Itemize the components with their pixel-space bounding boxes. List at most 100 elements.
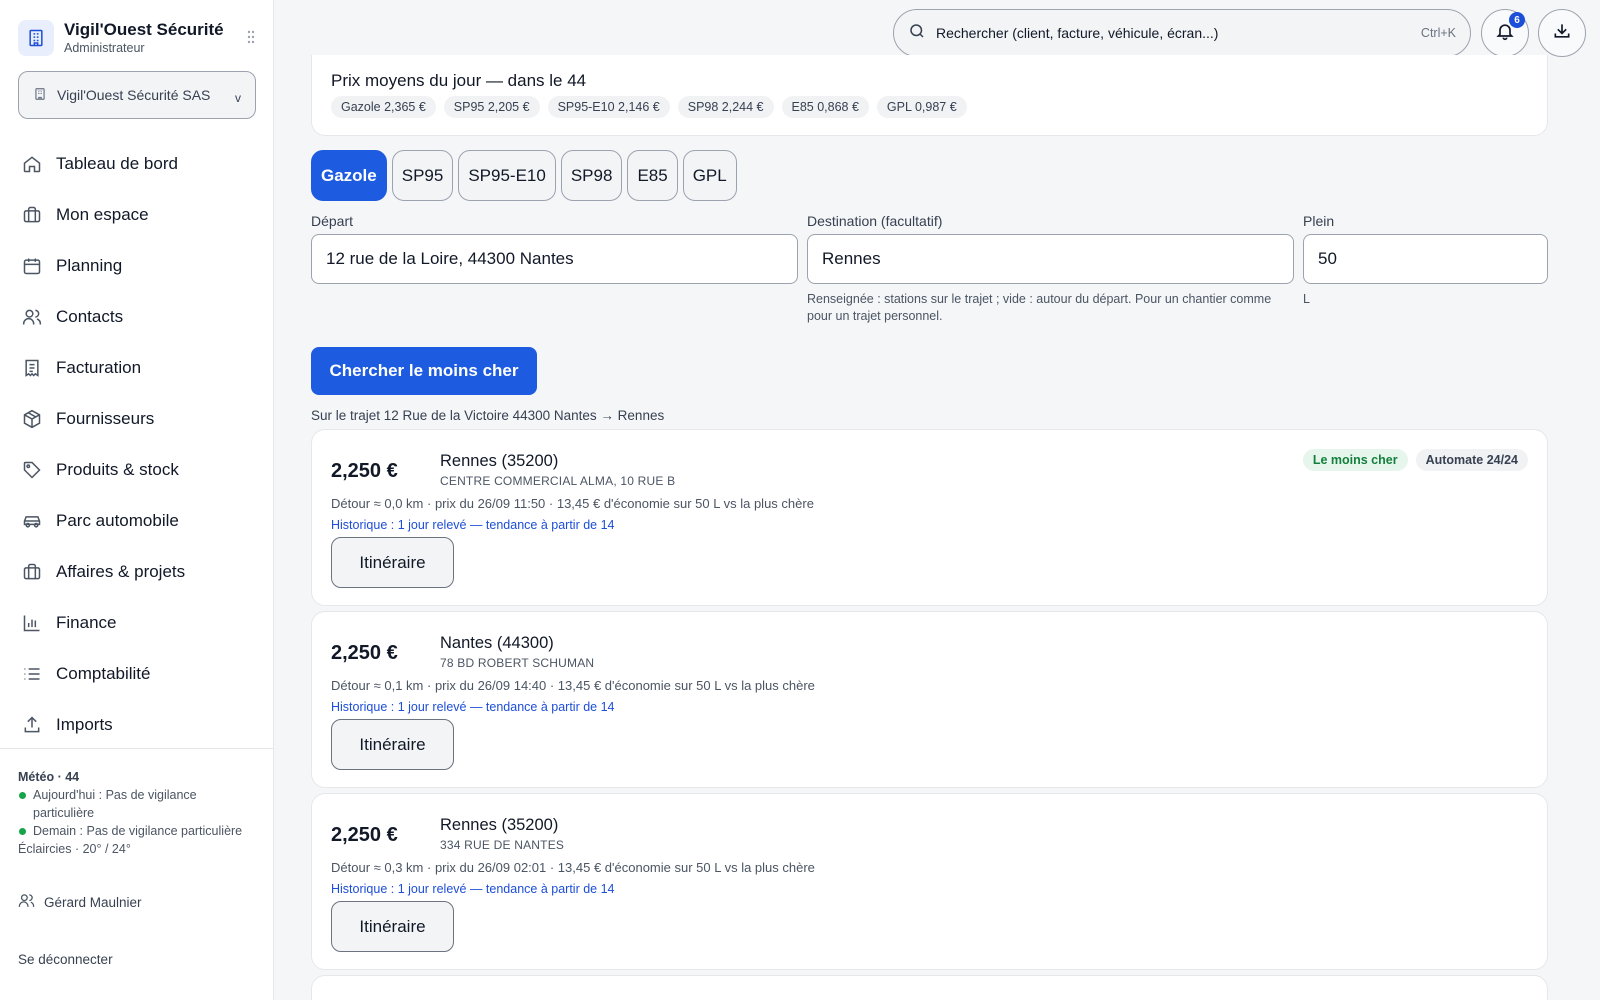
nav-item-produits-stock[interactable]: Produits & stock (0, 444, 274, 495)
nav-item-label: Planning (56, 255, 123, 275)
price-chip-sp95: SP95 2,205 € (443, 96, 540, 118)
average-prices-chips: Gazole 2,365 € SP95 2,205 € SP95-E10 2,1… (331, 96, 967, 118)
cheapest-badge: Le moins cher (1302, 449, 1408, 471)
download-button[interactable] (1538, 9, 1586, 57)
station-details: Détour ≈ 0,0 km · prix du 26/09 11:50 · … (331, 496, 814, 511)
average-prices-card: Prix moyens du jour — dans le 44 Gazole … (311, 55, 1548, 136)
station-price: 2,250 € (331, 460, 398, 482)
calendar-icon (22, 256, 42, 276)
nav-item-planning[interactable]: Planning (0, 240, 274, 291)
depart-label: Départ (311, 213, 354, 229)
car-icon (22, 511, 42, 531)
user-icon (18, 892, 35, 912)
brand-name: Vigil'Ouest Sécurité (64, 20, 224, 39)
chevron-down-icon: v (235, 91, 241, 105)
tag-icon (22, 460, 42, 480)
nav-item-label: Produits & stock (56, 459, 179, 479)
user-profile[interactable]: Gérard Maulnier (18, 892, 142, 912)
home-icon (22, 154, 42, 174)
briefcase-icon (22, 205, 42, 225)
tab-e85[interactable]: E85 (627, 150, 678, 201)
nav-item-label: Fournisseurs (56, 408, 155, 428)
nav-item-label: Mon espace (56, 204, 149, 224)
itinerary-button[interactable]: Itinéraire (331, 719, 454, 770)
search-input[interactable]: Rechercher (client, facture, véhicule, é… (936, 25, 1421, 41)
tab-sp98[interactable]: SP98 (560, 150, 623, 201)
station-result-card: 2,250 € Nantes (44300) 78 BD ROBERT SCHU… (311, 611, 1548, 788)
organization-select[interactable]: Vigil'Ouest Sécurité SAS v (18, 71, 256, 119)
briefcase-icon (22, 562, 42, 582)
tab-sp95[interactable]: SP95 (391, 150, 454, 201)
tab-gpl[interactable]: GPL (682, 150, 737, 201)
nav-item-comptabilite[interactable]: Comptabilité (0, 648, 274, 699)
organization-select-value: Vigil'Ouest Sécurité SAS (57, 87, 211, 103)
nav-item-contacts[interactable]: Contacts (0, 291, 274, 342)
logout-link[interactable]: Se déconnecter (18, 952, 113, 967)
nav-item-affaires-projets[interactable]: Affaires & projets (0, 546, 274, 597)
bar-chart-icon (22, 613, 42, 633)
plein-input[interactable]: 50 (1303, 234, 1548, 284)
nav-item-tableau-de-bord[interactable]: Tableau de bord (0, 138, 274, 189)
station-address: 78 BD ROBERT SCHUMAN (440, 656, 595, 670)
itinerary-button[interactable]: Itinéraire (331, 537, 454, 588)
status-dot-icon (19, 792, 26, 799)
destination-label: Destination (facultatif) (807, 213, 943, 229)
brand: Vigil'Ouest Sécurité Administrateur (18, 16, 258, 60)
nav-item-fournisseurs[interactable]: Fournisseurs (0, 393, 274, 444)
price-chip-sp95-e10: SP95-E10 2,146 € (547, 96, 670, 118)
station-details: Détour ≈ 0,1 km · prix du 26/09 14:40 · … (331, 678, 815, 693)
tab-gazole[interactable]: Gazole (311, 150, 387, 201)
nav-item-mon-espace[interactable]: Mon espace (0, 189, 274, 240)
nav-item-label: Comptabilité (56, 663, 151, 683)
nav-item-label: Parc automobile (56, 510, 179, 530)
drag-handle-icon[interactable] (247, 30, 255, 49)
price-chip-e85: E85 0,868 € (781, 96, 869, 118)
search-shortcut: Ctrl+K (1420, 26, 1456, 40)
average-prices-title: Prix moyens du jour — dans le 44 (331, 71, 587, 90)
package-icon (22, 409, 42, 429)
list-icon (22, 664, 42, 684)
plein-label: Plein (1303, 213, 1335, 229)
station-history-link[interactable]: Historique : 1 jour relevé — tendance à … (331, 518, 615, 532)
station-address: CENTRE COMMERCIAL ALMA, 10 RUE B (440, 474, 676, 488)
main-nav: Tableau de bord Mon espace Planning Cont… (0, 138, 274, 750)
station-price: 2,250 € (331, 642, 398, 664)
station-details: Détour ≈ 0,3 km · prix du 26/09 02:01 · … (331, 860, 815, 875)
find-cheapest-button[interactable]: Chercher le moins cher (311, 347, 537, 395)
brand-role: Administrateur (64, 41, 145, 55)
price-chip-gazole: Gazole 2,365 € (331, 96, 436, 118)
station-history-link[interactable]: Historique : 1 jour relevé — tendance à … (331, 700, 615, 714)
nav-item-label: Contacts (56, 306, 124, 326)
station-address: 334 RUE DE NANTES (440, 838, 565, 852)
station-city: Rennes (35200) (440, 816, 559, 834)
nav-item-label: Finance (56, 612, 117, 632)
tab-sp95-e10[interactable]: SP95-E10 (458, 150, 556, 201)
station-result-card: 2,250 € Rennes (35200) 334 RUE DE NANTES… (311, 793, 1548, 970)
notifications-button[interactable]: 6 (1481, 9, 1529, 57)
nav-item-imports[interactable]: Imports (0, 699, 274, 750)
depart-input[interactable]: 12 rue de la Loire, 44300 Nantes (311, 234, 798, 284)
download-icon (1552, 21, 1572, 46)
notification-count-badge: 6 (1509, 12, 1525, 28)
nav-item-label: Facturation (56, 357, 142, 377)
weather-today: Aujourd'hui : Pas de vigilance particuli… (33, 788, 197, 820)
destination-input[interactable]: Rennes (807, 234, 1294, 284)
status-dot-icon (19, 828, 26, 835)
building-icon (33, 87, 47, 104)
nav-item-label: Tableau de bord (56, 153, 178, 173)
weather-widget: Météo · 44 Aujourd'hui : Pas de vigilanc… (18, 768, 258, 858)
global-search[interactable]: Rechercher (client, facture, véhicule, é… (893, 9, 1471, 57)
service-badge: Automate 24/24 (1415, 449, 1528, 471)
station-city: Nantes (44300) (440, 634, 554, 652)
receipt-icon (22, 358, 42, 378)
nav-item-parc-automobile[interactable]: Parc automobile (0, 495, 274, 546)
price-chip-gpl: GPL 0,987 € (876, 96, 967, 118)
itinerary-button[interactable]: Itinéraire (331, 901, 454, 952)
destination-hint: Renseignée : stations sur le trajet ; vi… (807, 292, 1272, 323)
weather-tomorrow: Demain : Pas de vigilance particulière (33, 824, 243, 838)
station-history-link[interactable]: Historique : 1 jour relevé — tendance à … (331, 882, 615, 896)
nav-item-finance[interactable]: Finance (0, 597, 274, 648)
price-chip-sp98: SP98 2,244 € (677, 96, 774, 118)
nav-item-facturation[interactable]: Facturation (0, 342, 274, 393)
weather-title: Météo · 44 (18, 770, 80, 784)
